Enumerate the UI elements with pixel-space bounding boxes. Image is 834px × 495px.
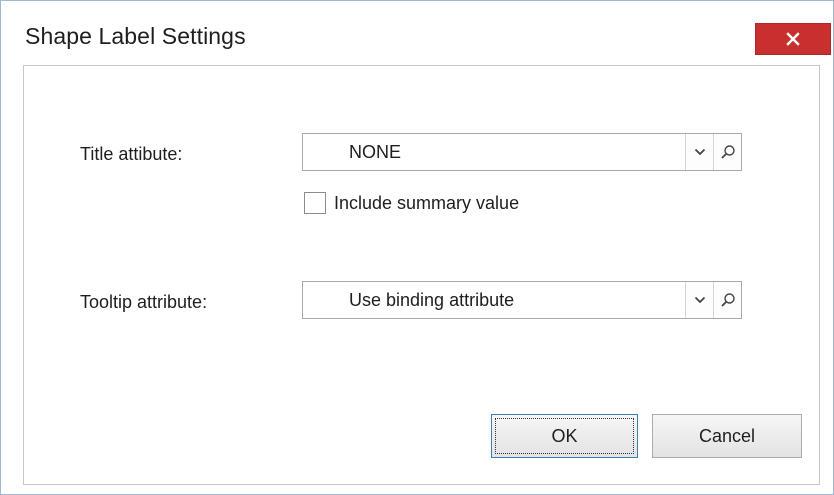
cancel-button-label: Cancel bbox=[698, 425, 756, 446]
tooltip-attribute-combo[interactable]: Use binding attribute bbox=[302, 281, 742, 319]
tooltip-attribute-dropdown-button[interactable] bbox=[685, 282, 713, 318]
chevron-down-icon bbox=[694, 296, 705, 304]
settings-panel: Title attibute: NONE Include summary val… bbox=[23, 65, 820, 485]
tooltip-attribute-value[interactable]: Use binding attribute bbox=[303, 282, 685, 318]
tooltip-attribute-search-button[interactable] bbox=[713, 282, 741, 318]
title-bar: Shape Label Settings bbox=[1, 1, 833, 65]
title-attribute-value[interactable]: NONE bbox=[303, 134, 685, 170]
title-attribute-dropdown-button[interactable] bbox=[685, 134, 713, 170]
include-summary-checkbox[interactable] bbox=[304, 192, 326, 214]
ok-button[interactable]: OK bbox=[491, 414, 638, 458]
title-attribute-label: Title attibute: bbox=[80, 144, 183, 164]
include-summary-row[interactable]: Include summary value bbox=[304, 192, 519, 214]
close-button[interactable] bbox=[755, 23, 831, 55]
chevron-down-icon bbox=[694, 148, 705, 156]
title-attribute-combo[interactable]: NONE bbox=[302, 133, 742, 171]
dialog-window: Shape Label Settings Title attibute: NON… bbox=[0, 0, 834, 495]
title-attribute-search-button[interactable] bbox=[713, 134, 741, 170]
cancel-button[interactable]: Cancel bbox=[652, 414, 802, 458]
close-icon bbox=[786, 32, 800, 46]
include-summary-label[interactable]: Include summary value bbox=[334, 193, 519, 214]
window-title: Shape Label Settings bbox=[25, 23, 246, 49]
ok-button-label: OK bbox=[551, 425, 578, 446]
tooltip-attribute-label: Tooltip attribute: bbox=[80, 292, 208, 312]
search-icon bbox=[720, 293, 735, 307]
search-icon bbox=[720, 145, 735, 159]
